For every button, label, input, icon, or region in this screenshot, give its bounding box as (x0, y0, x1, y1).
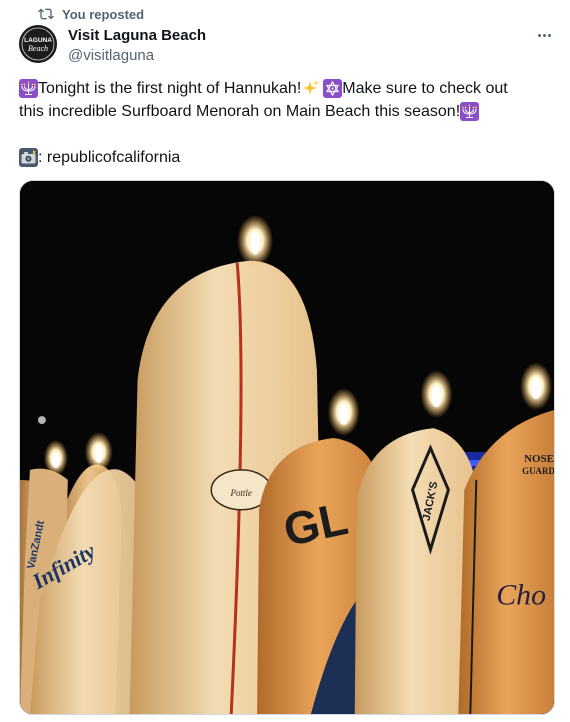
repost-label: You reposted (62, 6, 145, 22)
sparkles-emoji (301, 79, 320, 98)
board-nose-logo: NOSE (524, 453, 554, 465)
menorah-emoji (460, 102, 480, 121)
avatar[interactable]: LAGUNA Beach (19, 25, 57, 63)
camera-flash-emoji (19, 148, 38, 167)
author-name[interactable]: Visit Laguna Beach (68, 27, 206, 44)
repost-indicator: You reposted (38, 6, 144, 22)
photo-credit-text: : republicofcalifornia (38, 149, 181, 166)
star-of-david-emoji (323, 79, 343, 98)
menorah-emoji (19, 79, 38, 98)
tweet-photo[interactable]: VanZandt Infinity Pottle GL JACK'S NOSE … (19, 180, 555, 715)
tweet-text-part2: Make sure to check out (342, 80, 508, 97)
avatar-text-bottom: Beach (28, 44, 48, 53)
board-pottle-logo: Pottle (229, 488, 251, 498)
tweet-text-line2: this incredible Surfboard Menorah on Mai… (19, 103, 461, 120)
repost-icon (38, 8, 54, 20)
tweet-text: Tonight is the first night of Hannukah! … (19, 77, 555, 123)
more-icon[interactable] (532, 26, 556, 44)
tweet-text-part1: Tonight is the first night of Hannukah! (38, 80, 302, 97)
photo-credit: : republicofcalifornia (19, 146, 180, 169)
board-guard-logo: GUARD (522, 466, 554, 476)
author-handle[interactable]: @visitlaguna (68, 47, 154, 64)
board-chocolate-logo: Cho (496, 578, 546, 611)
avatar-text-top: LAGUNA (24, 37, 52, 44)
